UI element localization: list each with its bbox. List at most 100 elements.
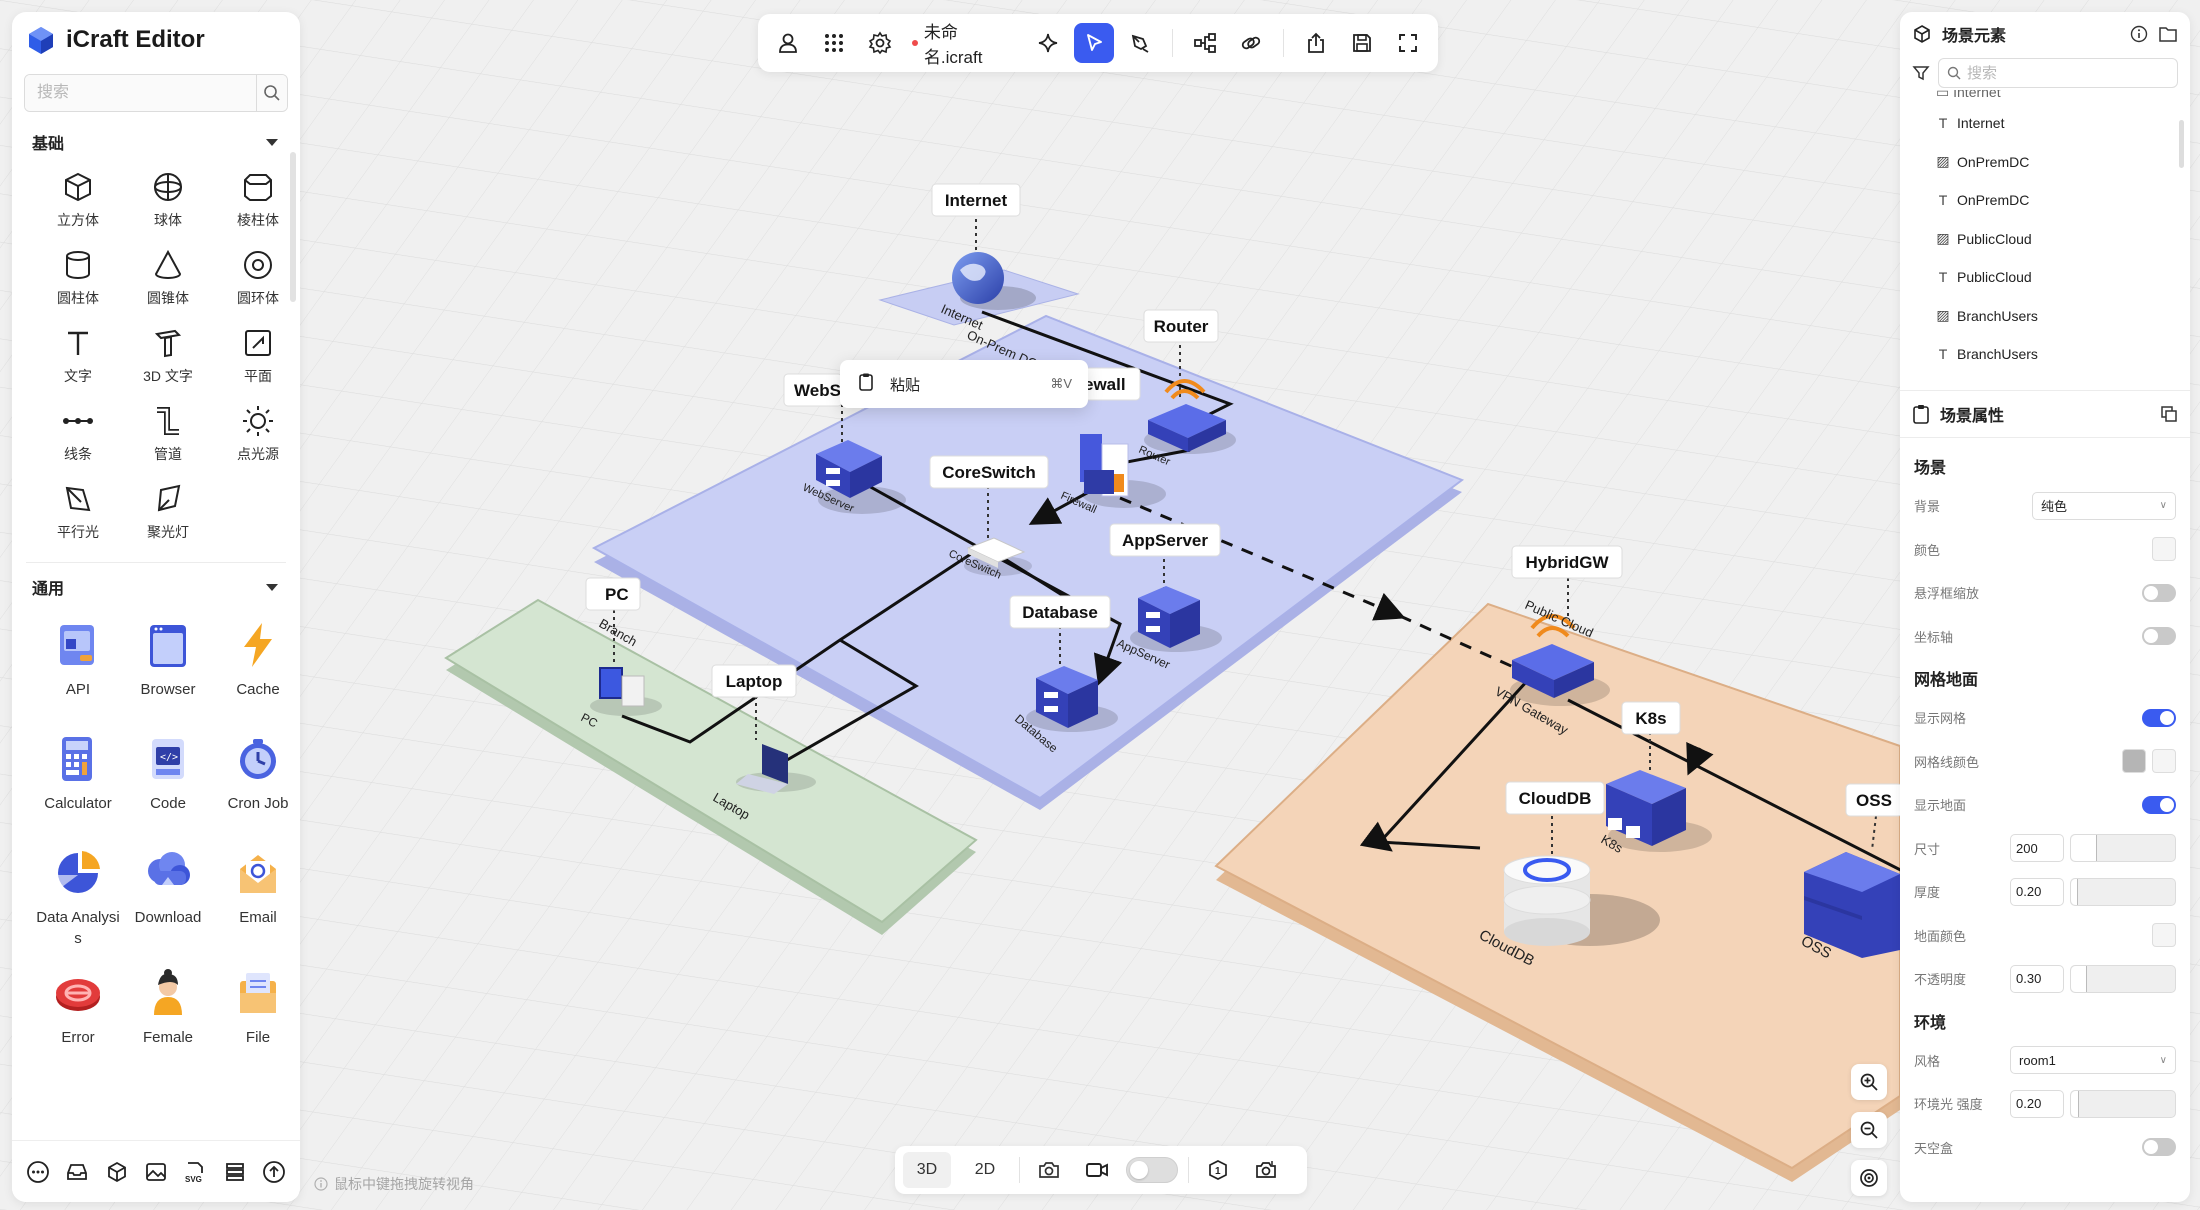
shape-sphere[interactable]: 球体 [123,170,213,234]
camera-button[interactable] [1030,1152,1068,1188]
style-select[interactable]: room1 ∨ [2010,1046,2176,1075]
shape-cube[interactable]: 立方体 [33,170,123,234]
copy-icon[interactable] [2160,405,2178,423]
inbox-button[interactable] [60,1155,94,1189]
svg-button[interactable]: SVG [178,1155,212,1189]
zoom-in-button[interactable] [1851,1064,1887,1100]
shape-plane[interactable]: 平面 [213,326,300,390]
image-button[interactable] [139,1155,173,1189]
settings-button[interactable] [860,23,900,63]
tree-item[interactable]: T BranchUsers [1900,335,2190,374]
record-button[interactable] [1078,1152,1116,1188]
pen-tool-button[interactable] [1120,23,1160,63]
component-browser[interactable]: Browser [123,619,213,715]
save-button[interactable] [1342,23,1382,63]
props-title: 场景属性 [1940,408,2005,425]
share-button[interactable] [1296,23,1336,63]
hover-zoom-toggle[interactable] [2142,583,2176,602]
component-api[interactable]: API [33,619,123,715]
tree-item[interactable]: ▨ PublicCloud [1900,220,2190,259]
size-input[interactable]: 200 [2010,834,2064,863]
thickness-slider[interactable] [2070,877,2176,906]
component-code[interactable]: </> Code [123,733,213,829]
upload-button[interactable] [257,1155,291,1189]
ground-color-swatch[interactable] [2152,923,2176,948]
show-grid-toggle[interactable] [2142,708,2176,727]
screenshot-button[interactable] [1247,1152,1285,1188]
more-button[interactable] [21,1155,55,1189]
file-name[interactable]: 未命名.icraft [906,18,1022,68]
background-color-swatch[interactable] [2152,537,2176,562]
common-section-header[interactable]: 通用 [12,567,300,607]
link-icon [1241,36,1261,50]
link-button[interactable] [1231,23,1271,63]
tree-scrollbar[interactable] [2179,120,2184,168]
component-error[interactable]: Error [33,967,123,1063]
component-cron-job[interactable]: Cron Job [213,733,300,829]
library-scrollbar[interactable] [290,152,296,302]
svg-text:K8s: K8s [1635,709,1666,728]
tree-item[interactable]: T PublicCloud [1900,258,2190,297]
component-search-input[interactable] [25,75,256,111]
background-select[interactable]: 纯色 ∨ [2032,491,2176,520]
component-data-analysis[interactable]: Data Analysis [33,847,123,949]
ambient-input[interactable]: 0.20 [2010,1089,2064,1118]
tree-item-partial[interactable]: ▭ Internet [1900,90,2190,104]
shape-pipe[interactable]: 管道 [123,404,213,468]
show-ground-toggle[interactable] [2142,795,2176,814]
component-female[interactable]: Female [123,967,213,1063]
apps-button[interactable] [814,23,854,63]
paste-menu-item[interactable]: 粘贴 [890,374,920,395]
focus-button[interactable] [1851,1160,1887,1196]
shape-3d-text[interactable]: 3D 文字 [123,326,213,390]
shape-point-light[interactable]: 点光源 [213,404,300,468]
tree-item[interactable]: T OnPremDC [1900,181,2190,220]
skybox-toggle[interactable] [2142,1138,2176,1157]
folder-icon[interactable] [2158,25,2178,43]
scene-canvas[interactable]: Internet On-Prem DC Branch Public Cloud … [0,0,2200,1210]
shape-prism[interactable]: 棱柱体 [213,170,300,234]
axis-toggle[interactable] [2142,627,2176,646]
component-email[interactable]: Email [213,847,300,949]
opacity-slider[interactable] [2070,964,2176,993]
select-tool-button[interactable] [1074,23,1115,63]
svg-text:WebS: WebS [794,381,841,400]
shape-cylinder[interactable]: 圆柱体 [33,248,123,312]
view-toggle[interactable] [1126,1157,1178,1183]
component-download[interactable]: Download [123,847,213,949]
shape-spotlight[interactable]: 聚光灯 [123,482,213,546]
tree-item[interactable]: T Internet [1900,104,2190,143]
tab-2d[interactable]: 2D [961,1152,1009,1188]
tree-item[interactable]: ▨ OnPremDC [1900,143,2190,182]
model-button[interactable] [100,1155,134,1189]
layers-button[interactable] [218,1155,252,1189]
layer-order-button[interactable]: 1 [1199,1152,1237,1188]
filter-icon[interactable] [1912,64,1930,82]
thickness-input[interactable]: 0.20 [2010,877,2064,906]
grid-color-swatch-secondary[interactable] [2152,749,2176,774]
ambient-slider[interactable] [2070,1089,2176,1118]
shape-cone[interactable]: 圆锥体 [123,248,213,312]
elements-search-input[interactable] [1967,64,2147,82]
size-slider[interactable] [2070,834,2176,863]
shape-directional-light[interactable]: 平行光 [33,482,123,546]
search-button[interactable] [256,75,287,111]
connect-button[interactable] [1185,23,1225,63]
user-button[interactable] [768,23,808,63]
component-calculator[interactable]: Calculator [33,733,123,829]
tree-item[interactable]: ▨ BranchUsers [1900,297,2190,336]
ai-button[interactable] [1028,23,1068,63]
fullscreen-button[interactable] [1388,23,1428,63]
shape-text[interactable]: 文字 [33,326,123,390]
basic-section-header[interactable]: 基础 [12,122,300,162]
opacity-input[interactable]: 0.30 [2010,964,2064,993]
shape-line[interactable]: 线条 [33,404,123,468]
camera-icon [1039,1162,1059,1178]
tab-3d[interactable]: 3D [903,1152,951,1188]
zoom-out-button[interactable] [1851,1112,1887,1148]
component-cache[interactable]: Cache [213,619,300,715]
component-file[interactable]: File [213,967,300,1063]
grid-color-swatch-primary[interactable] [2122,749,2146,774]
shape-torus[interactable]: 圆环体 [213,248,300,312]
info-icon[interactable] [2130,25,2148,43]
